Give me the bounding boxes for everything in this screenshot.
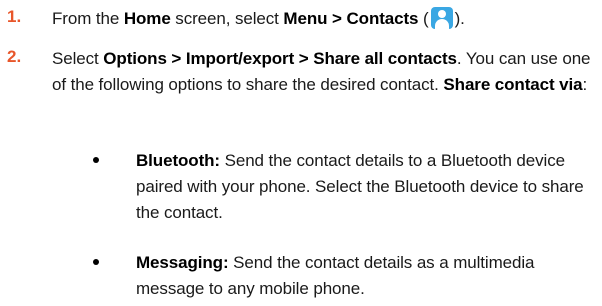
step-text-part: : — [582, 75, 588, 94]
step-text-part: ( — [418, 9, 429, 28]
menu-path-label: Options > Import/export > Share all cont… — [103, 49, 457, 68]
step-text-part: screen, select — [170, 9, 284, 28]
contacts-icon — [430, 7, 453, 29]
step-number: 2. — [7, 47, 22, 66]
step-number: 1. — [7, 7, 22, 26]
option-label: Bluetooth: — [136, 151, 220, 170]
step-text-part: ). — [454, 9, 465, 28]
home-label: Home — [123, 9, 171, 28]
step-text: From the Home screen, select Menu > Cont… — [52, 6, 600, 32]
bullet-icon — [93, 259, 99, 265]
step-text-part: Select — [52, 49, 104, 68]
option-label: Messaging: — [136, 253, 229, 272]
bullet-icon — [93, 157, 99, 163]
step-text: Select Options > Import/export > Share a… — [52, 46, 600, 98]
option-text: Bluetooth: Send the contact details to a… — [136, 148, 598, 226]
menu-contacts-label: Menu > Contacts — [283, 9, 419, 28]
share-contact-via-label: Share contact via — [443, 75, 583, 94]
step-text-part: From the — [52, 9, 124, 28]
instructions-page: 1. From the Home screen, select Menu > C… — [0, 0, 602, 306]
option-text: Messaging: Send the contact details as a… — [136, 250, 598, 302]
